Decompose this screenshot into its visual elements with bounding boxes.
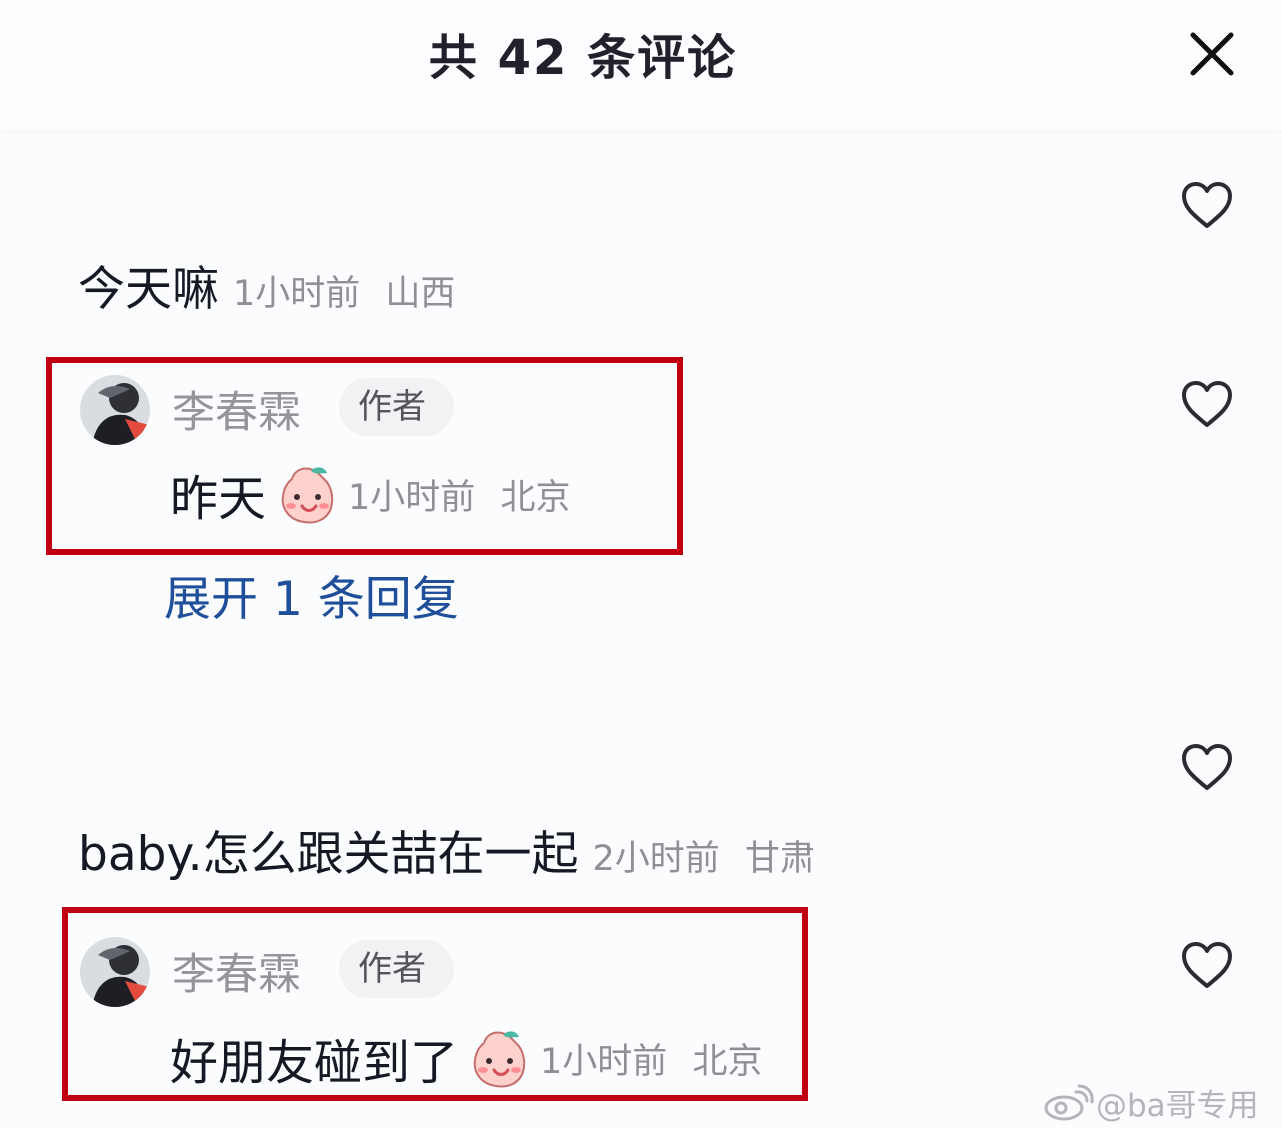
author-reply: 好朋友碰到了 1小时前 北京 bbox=[170, 1023, 762, 1093]
comment-item: 今天嘛 1小时前 山西 bbox=[78, 250, 455, 319]
comment-sheet: 共 42 条评论 今天嘛 1小时前 山西 李春霖 作者 昨天 1小时前 北京 展… bbox=[0, 0, 1282, 1128]
watermark-text: @ba哥专用 bbox=[1096, 1088, 1259, 1124]
author-name[interactable]: 李春霖 bbox=[172, 940, 301, 1002]
author-name[interactable]: 李春霖 bbox=[172, 378, 301, 440]
comment-meta: 2小时前 甘肃 bbox=[593, 830, 815, 881]
avatar[interactable] bbox=[80, 937, 150, 1007]
avatar[interactable] bbox=[80, 375, 150, 445]
comment-meta: 1小时前 山西 bbox=[233, 265, 455, 316]
reply-text: 昨天 bbox=[170, 471, 267, 527]
weibo-icon bbox=[1044, 1084, 1094, 1120]
comment-count-title: 共 42 条评论 bbox=[428, 30, 738, 86]
reply-meta: 1小时前 北京 bbox=[348, 469, 570, 520]
comment-time: 1小时前 bbox=[233, 274, 361, 314]
author-badge: 作者 bbox=[339, 378, 454, 436]
close-icon[interactable] bbox=[1186, 28, 1238, 80]
reply-location: 北京 bbox=[692, 1041, 763, 1082]
heart-icon[interactable] bbox=[1180, 181, 1234, 229]
comment-location: 山西 bbox=[385, 274, 456, 314]
comment-item: baby.怎么跟关喆在一起 2小时前 甘肃 bbox=[78, 815, 815, 884]
author-badge: 作者 bbox=[339, 940, 454, 998]
comment-time: 2小时前 bbox=[592, 839, 720, 879]
comment-text: baby.怎么跟关喆在一起 bbox=[78, 827, 579, 882]
comment-header: 共 42 条评论 bbox=[0, 0, 1282, 130]
reply-time: 1小时前 bbox=[348, 477, 476, 518]
author-reply: 昨天 1小时前 北京 bbox=[170, 459, 570, 529]
heart-icon[interactable] bbox=[1180, 380, 1234, 428]
reply-meta: 1小时前 北京 bbox=[540, 1033, 762, 1084]
heart-icon[interactable] bbox=[1180, 743, 1234, 791]
smiling-face-sticker-icon bbox=[281, 467, 334, 524]
heart-icon[interactable] bbox=[1180, 941, 1234, 989]
smiling-face-sticker-icon bbox=[473, 1031, 526, 1088]
watermark: @ba哥专用 bbox=[1042, 1080, 1259, 1125]
comment-location: 甘肃 bbox=[744, 839, 815, 879]
reply-location: 北京 bbox=[500, 477, 571, 518]
reply-time: 1小时前 bbox=[540, 1041, 668, 1082]
reply-text: 好朋友碰到了 bbox=[170, 1035, 459, 1091]
expand-replies-link[interactable]: 展开 1 条回复 bbox=[164, 560, 459, 629]
comment-text: 今天嘛 bbox=[78, 262, 219, 317]
